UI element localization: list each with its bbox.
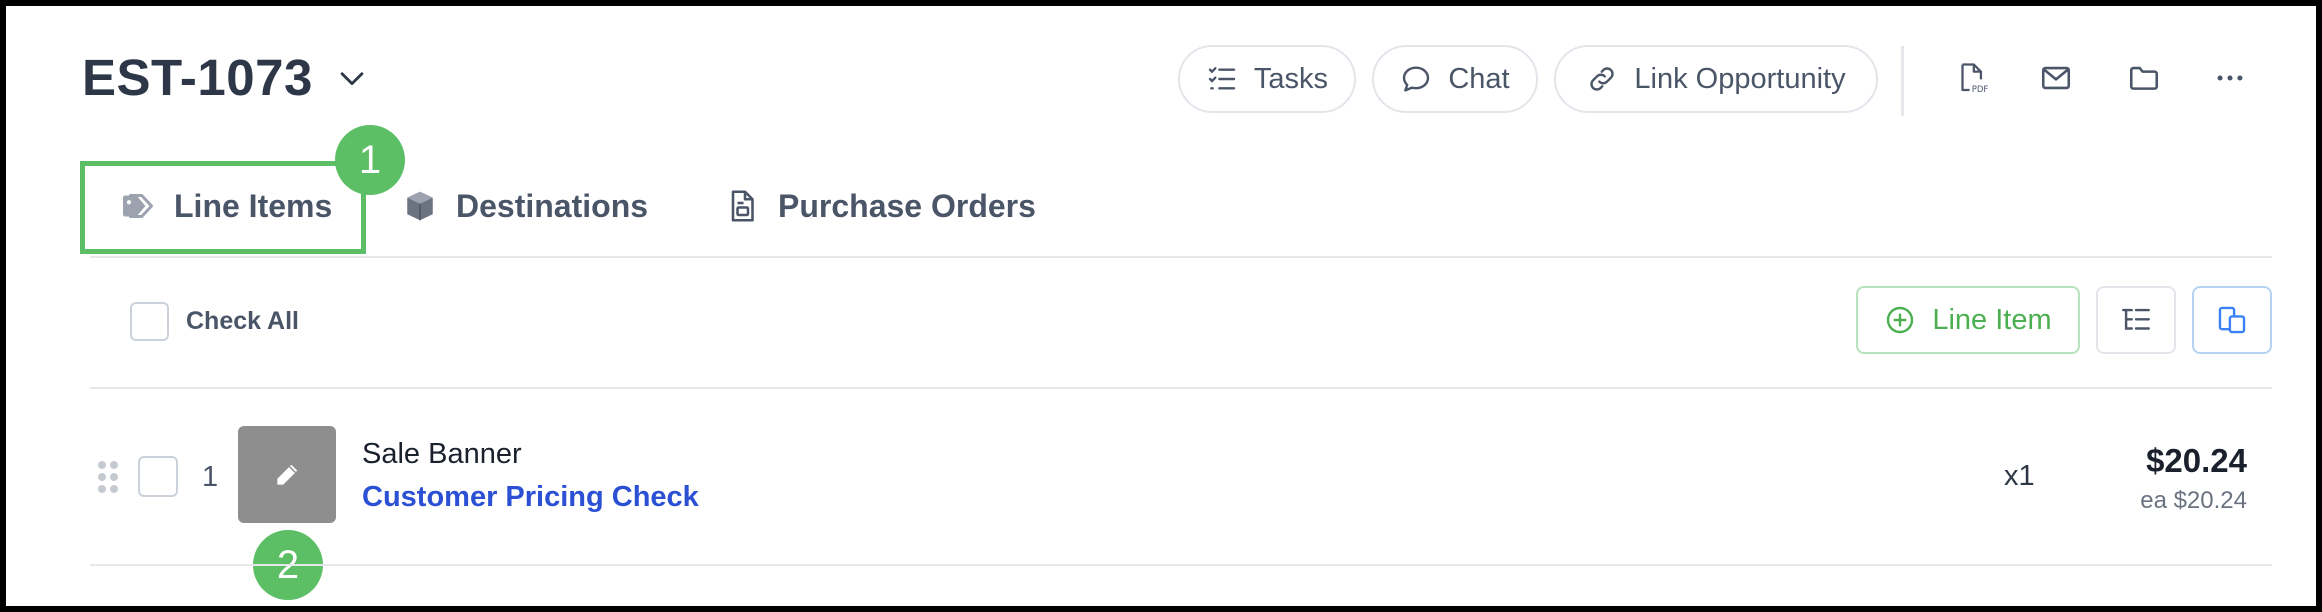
tab-purchase-orders[interactable]: Purchase Orders bbox=[724, 178, 1036, 234]
line-item-quantity: x1 bbox=[2004, 460, 2035, 492]
line-item-label: Line Item bbox=[1932, 303, 2052, 336]
link-opportunity-label: Link Opportunity bbox=[1634, 62, 1846, 95]
tasks-list-icon bbox=[1208, 67, 1236, 90]
link-icon bbox=[1590, 67, 1615, 91]
plus-circle-icon bbox=[1887, 306, 1914, 334]
tabs-divider bbox=[90, 256, 2272, 258]
pdf-file-icon: PDF bbox=[1961, 63, 1988, 95]
link-opportunity-button[interactable]: Link Opportunity bbox=[1554, 45, 1878, 113]
check-all-label: Check All bbox=[186, 307, 300, 335]
pdf-button[interactable]: PDF bbox=[1951, 58, 1991, 98]
email-button[interactable] bbox=[2036, 58, 2076, 98]
active-tab-highlight bbox=[80, 161, 366, 254]
folder-icon bbox=[2129, 66, 2159, 90]
line-item-number: 1 bbox=[202, 461, 219, 493]
toolbar-divider bbox=[90, 387, 2272, 389]
folder-button[interactable] bbox=[2124, 58, 2164, 98]
edit-thumbnail-button[interactable] bbox=[238, 426, 336, 523]
line-item-total-price: $20.24 bbox=[2146, 442, 2247, 479]
tree-view-button[interactable] bbox=[2096, 286, 2176, 354]
drag-handle-icon[interactable] bbox=[96, 459, 120, 495]
tree-list-icon bbox=[2122, 308, 2150, 330]
tab-destinations[interactable]: Destinations bbox=[402, 178, 648, 234]
check-all-checkbox[interactable] bbox=[130, 302, 169, 341]
tab-destinations-label: Destinations bbox=[456, 187, 649, 224]
step-badge-1: 1 bbox=[335, 125, 405, 195]
tasks-label: Tasks bbox=[1253, 62, 1329, 95]
pencil-icon bbox=[277, 464, 298, 485]
line-item-unit-price: ea $20.24 bbox=[2140, 487, 2247, 514]
line-item-name: Sale Banner bbox=[362, 438, 522, 470]
box-icon bbox=[407, 191, 433, 221]
add-line-item-button[interactable]: Line Item bbox=[1856, 286, 2080, 354]
more-dots-icon bbox=[2217, 75, 2243, 81]
more-options-button[interactable] bbox=[2210, 58, 2250, 98]
header-divider bbox=[1901, 46, 1904, 116]
line-item-checkbox[interactable] bbox=[138, 456, 178, 497]
tab-purchase-orders-label: Purchase Orders bbox=[778, 187, 1036, 224]
copy-button[interactable] bbox=[2192, 286, 2272, 354]
document-icon bbox=[731, 190, 754, 222]
svg-text:PDF: PDF bbox=[1972, 85, 1988, 95]
row-divider bbox=[90, 564, 2272, 566]
chevron-down-icon[interactable] bbox=[335, 61, 369, 95]
chat-button[interactable]: Chat bbox=[1372, 45, 1538, 113]
estimate-title-group[interactable]: EST-1073 bbox=[82, 48, 369, 107]
page-title: EST-1073 bbox=[82, 49, 313, 106]
chat-label: Chat bbox=[1448, 62, 1510, 95]
customer-pricing-check-link[interactable]: Customer Pricing Check bbox=[362, 481, 699, 514]
tasks-button[interactable]: Tasks bbox=[1178, 45, 1356, 113]
mail-icon bbox=[2041, 66, 2071, 90]
chat-bubble-icon bbox=[1403, 66, 1430, 92]
copy-clipboard-icon bbox=[2218, 306, 2246, 334]
